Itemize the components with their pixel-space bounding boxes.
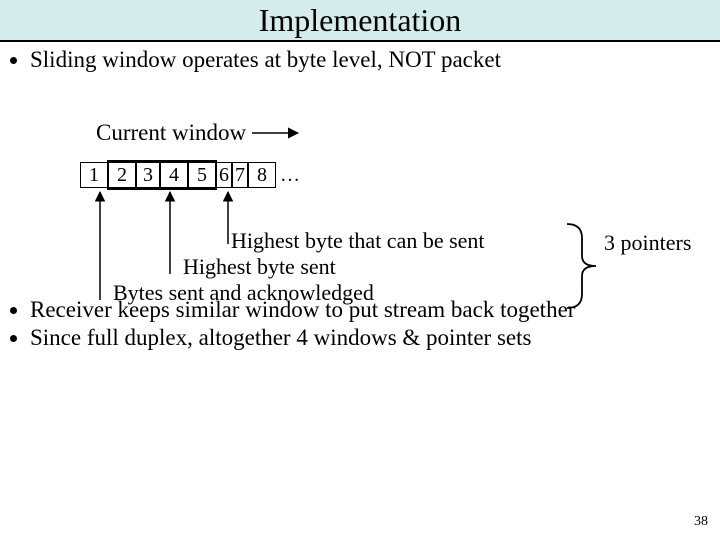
byte-cell-4: 4 bbox=[160, 162, 188, 188]
page-number: 38 bbox=[694, 514, 708, 530]
title-band: Implementation bbox=[0, 0, 720, 42]
byte-cell-5: 5 bbox=[188, 162, 216, 188]
byte-cell-3: 3 bbox=[136, 162, 160, 188]
byte-ellipsis: … bbox=[276, 162, 300, 188]
pointer-labels: Highest byte that can be sent Highest by… bbox=[113, 228, 485, 306]
current-window-label: Current window bbox=[96, 120, 246, 146]
byte-cell-8: 8 bbox=[248, 162, 276, 188]
label-highest-can-send: Highest byte that can be sent bbox=[113, 228, 485, 254]
byte-cell-6: 6 bbox=[216, 162, 232, 188]
page-title: Implementation bbox=[0, 2, 720, 39]
three-pointers-label: 3 pointers bbox=[604, 230, 691, 256]
byte-cell-2: 2 bbox=[108, 162, 136, 188]
byte-row: 1 2 3 4 5 6 7 8 … bbox=[80, 162, 300, 188]
byte-cell-7: 7 bbox=[232, 162, 248, 188]
bullet-list-top: Sliding window operates at byte level, N… bbox=[30, 46, 720, 74]
label-acked: Bytes sent and acknowledged bbox=[113, 280, 485, 306]
bullet-1: Sliding window operates at byte level, N… bbox=[30, 46, 720, 74]
label-highest-sent: Highest byte sent bbox=[113, 254, 485, 280]
bullet-3: Since full duplex, altogether 4 windows … bbox=[30, 324, 720, 352]
byte-cell-1: 1 bbox=[80, 162, 108, 188]
